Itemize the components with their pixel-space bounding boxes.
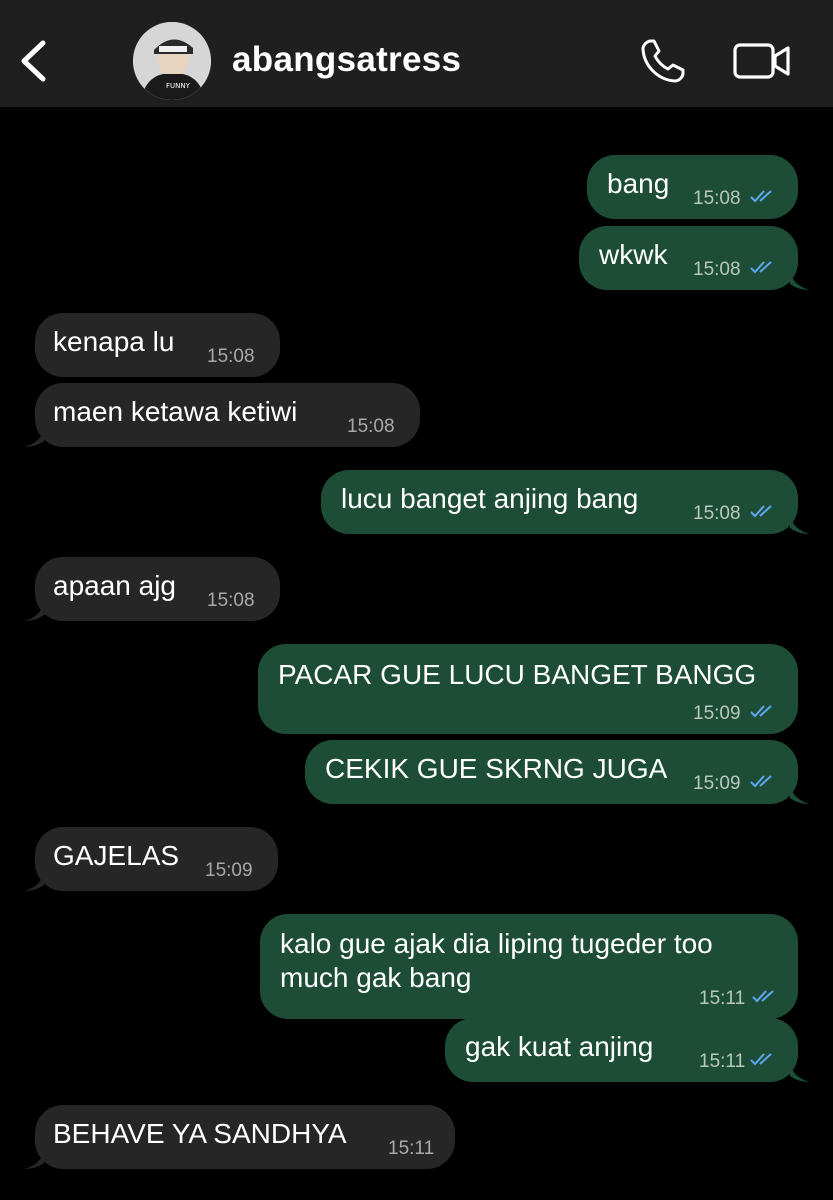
contact-name[interactable]: abangsatress xyxy=(232,40,461,80)
message-time: 15:08 xyxy=(693,188,741,209)
message-time: 15:08 xyxy=(207,590,255,611)
outgoing-message[interactable]: bang 15:08 xyxy=(587,155,798,219)
message-time: 15:11 xyxy=(388,1138,435,1159)
message-time: 15:09 xyxy=(693,703,741,724)
message-text: PACAR GUE LUCU BANGET BANGG xyxy=(278,659,757,690)
avatar[interactable]: FUNNY xyxy=(133,22,211,100)
outgoing-message[interactable]: kalo gue ajak dia liping tugeder too muc… xyxy=(260,914,798,1019)
bubble-tail xyxy=(24,873,44,891)
message-time: 15:09 xyxy=(693,773,741,794)
double-check-icon xyxy=(750,505,772,518)
message-text: bang xyxy=(607,168,670,199)
message-time: 15:08 xyxy=(207,346,255,367)
message-time: 15:11 xyxy=(699,988,746,1009)
bubble-tail xyxy=(24,603,44,621)
incoming-message[interactable]: kenapa lu 15:08 xyxy=(35,313,280,377)
message-text: GAJELAS xyxy=(53,840,180,871)
message-time: 15:08 xyxy=(693,503,741,524)
message-text: gak kuat anjing xyxy=(465,1031,654,1062)
bubble-tail xyxy=(24,429,44,447)
bubble-tail xyxy=(790,272,810,290)
message-time: 15:08 xyxy=(693,259,741,280)
video-camera-icon[interactable] xyxy=(732,41,792,81)
bubble-tail xyxy=(790,516,810,534)
incoming-message[interactable]: maen ketawa ketiwi 15:08 xyxy=(35,383,420,447)
message-text: BEHAVE YA SANDHYA xyxy=(53,1118,347,1149)
outgoing-message[interactable]: gak kuat anjing 15:11 xyxy=(445,1018,798,1082)
message-text: kenapa lu xyxy=(53,326,175,357)
back-chevron-icon[interactable] xyxy=(14,38,54,84)
double-check-icon xyxy=(750,190,772,203)
bubble-tail xyxy=(790,1064,810,1082)
phone-call-icon[interactable] xyxy=(638,36,688,86)
message-text: lucu banget anjing bang xyxy=(341,483,639,514)
double-check-icon xyxy=(752,990,774,1003)
message-text-line-2: much gak bang xyxy=(280,962,472,993)
outgoing-message[interactable]: CEKIK GUE SKRNG JUGA 15:09 xyxy=(305,740,798,804)
outgoing-message[interactable]: wkwk 15:08 xyxy=(579,226,798,290)
double-check-icon xyxy=(750,261,772,274)
message-text: maen ketawa ketiwi xyxy=(53,396,298,427)
message-text: apaan ajg xyxy=(53,570,177,601)
chat-header: FUNNY abangsatress xyxy=(0,0,833,107)
double-check-icon xyxy=(750,775,772,788)
message-list[interactable]: bang 15:08 wkwk 15:08 kenapa lu 15:08 ma… xyxy=(0,107,833,1200)
bubble-tail xyxy=(790,786,810,804)
outgoing-message[interactable]: PACAR GUE LUCU BANGET BANGG 15:09 xyxy=(258,644,798,734)
incoming-message[interactable]: apaan ajg 15:08 xyxy=(35,557,280,621)
message-text-line-1: kalo gue ajak dia liping tugeder too xyxy=(280,928,713,959)
message-text: wkwk xyxy=(599,239,668,270)
bubble-tail xyxy=(24,1151,44,1169)
incoming-message[interactable]: GAJELAS 15:09 xyxy=(35,827,278,891)
message-text: CEKIK GUE SKRNG JUGA xyxy=(325,753,668,784)
message-time: 15:08 xyxy=(347,416,395,437)
double-check-icon xyxy=(750,705,772,718)
message-time: 15:09 xyxy=(205,860,253,881)
svg-text:FUNNY: FUNNY xyxy=(166,82,191,90)
double-check-icon xyxy=(750,1053,772,1066)
outgoing-message[interactable]: lucu banget anjing bang 15:08 xyxy=(321,470,798,534)
avatar-photo: FUNNY xyxy=(133,22,211,100)
message-time: 15:11 xyxy=(699,1051,746,1072)
incoming-message[interactable]: BEHAVE YA SANDHYA 15:11 xyxy=(35,1105,455,1169)
